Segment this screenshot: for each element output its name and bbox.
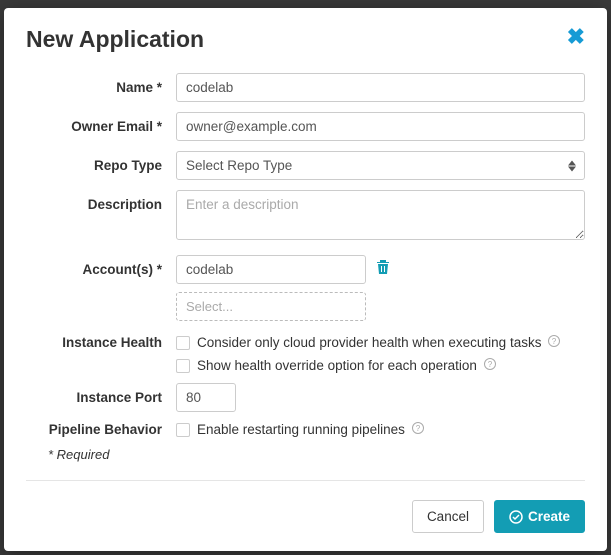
help-icon[interactable]: ? [548, 335, 560, 350]
checkbox-row-health-consider: Consider only cloud provider health when… [176, 335, 585, 350]
label-owner-email: Owner Email * [26, 112, 176, 134]
trash-icon[interactable] [376, 259, 390, 280]
account-input-0[interactable] [176, 255, 366, 284]
checkbox-health-override[interactable] [176, 359, 190, 373]
row-name: Name * [26, 73, 585, 102]
instance-port-input[interactable] [176, 383, 236, 412]
help-icon[interactable]: ? [484, 358, 496, 373]
row-accounts: Account(s) * Select... [26, 255, 585, 321]
select-arrows-icon [568, 160, 576, 171]
checkbox-row-pipeline-restart: Enable restarting running pipelines ? [176, 422, 585, 437]
account-item [176, 255, 585, 284]
checkbox-pipeline-restart[interactable] [176, 423, 190, 437]
checkbox-health-consider[interactable] [176, 336, 190, 350]
label-instance-health: Instance Health [26, 335, 176, 350]
row-description: Description [26, 190, 585, 245]
row-instance-port: Instance Port [26, 383, 585, 412]
description-textarea[interactable] [176, 190, 585, 240]
modal-footer: Cancel Create [4, 486, 607, 551]
label-instance-port: Instance Port [26, 383, 176, 405]
close-icon: ✖ [567, 24, 585, 49]
label-name: Name * [26, 73, 176, 95]
row-pipeline-behavior: Pipeline Behavior Enable restarting runn… [26, 422, 585, 437]
checkbox-label-health-consider: Consider only cloud provider health when… [197, 335, 541, 350]
modal-body: Name * Owner Email * Repo Type Select Re… [4, 67, 607, 486]
help-icon[interactable]: ? [412, 422, 424, 437]
checkbox-row-health-override: Show health override option for each ope… [176, 358, 585, 373]
label-accounts: Account(s) * [26, 255, 176, 277]
modal-title: New Application [26, 26, 204, 53]
row-repo-type: Repo Type Select Repo Type [26, 151, 585, 180]
repo-type-select[interactable]: Select Repo Type [176, 151, 585, 180]
divider [26, 480, 585, 481]
label-pipeline-behavior: Pipeline Behavior [26, 422, 176, 437]
svg-text:?: ? [488, 360, 493, 369]
svg-text:?: ? [416, 424, 421, 433]
modal-header: New Application ✖ [4, 8, 607, 67]
create-button[interactable]: Create [494, 500, 585, 533]
row-instance-health: Instance Health Consider only cloud prov… [26, 335, 585, 373]
label-repo-type: Repo Type [26, 151, 176, 173]
create-button-label: Create [528, 509, 570, 524]
checkbox-label-pipeline-restart: Enable restarting running pipelines [197, 422, 405, 437]
label-description: Description [26, 190, 176, 212]
check-circle-icon [509, 510, 523, 524]
row-owner-email: Owner Email * [26, 112, 585, 141]
cancel-button[interactable]: Cancel [412, 500, 484, 533]
new-application-modal: New Application ✖ Name * Owner Email * R… [4, 8, 607, 551]
svg-text:?: ? [552, 337, 557, 346]
required-note: * Required [48, 447, 585, 462]
close-button[interactable]: ✖ [567, 26, 585, 48]
account-add-select[interactable]: Select... [176, 292, 366, 321]
name-input[interactable] [176, 73, 585, 102]
owner-email-input[interactable] [176, 112, 585, 141]
repo-type-value: Select Repo Type [186, 158, 292, 173]
checkbox-label-health-override: Show health override option for each ope… [197, 358, 477, 373]
